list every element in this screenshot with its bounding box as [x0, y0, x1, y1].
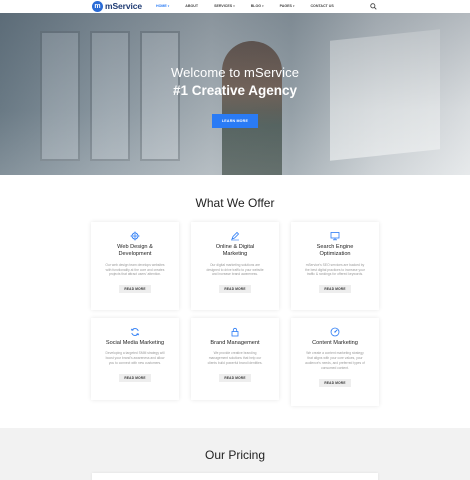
monitor-icon — [330, 232, 340, 241]
card-title: Web Design & Development — [117, 244, 153, 258]
hero-title: Welcome to mService — [170, 65, 300, 80]
main-nav: HOME▾ ABOUT SERVICES▾ BLOG▾ PAGES▾ CONTA… — [156, 0, 350, 12]
chevron-down-icon: ▾ — [233, 4, 235, 8]
nav-item-home[interactable]: HOME▾ — [156, 4, 169, 8]
nav-item-pages[interactable]: PAGES▾ — [280, 4, 295, 8]
card-title: Online & Digital Marketing — [215, 244, 255, 258]
logo[interactable]: m mService — [92, 0, 142, 12]
card-description: Our digital marketing solutions are desi… — [206, 262, 264, 277]
pricing-section: Our Pricing — [0, 428, 470, 480]
site-header: m mService HOME▾ ABOUT SERVICES▾ BLOG▾ P… — [0, 0, 470, 13]
service-card: Search Engine Optimization mService's SE… — [291, 222, 379, 310]
service-card: Brand Management We provide creative bra… — [191, 318, 279, 400]
pricing-card — [92, 473, 378, 480]
nav-item-contact[interactable]: CONTACT US — [310, 4, 333, 8]
service-card: Online & Digital Marketing Our digital m… — [191, 222, 279, 310]
card-title: Search Engine Optimization — [316, 244, 354, 258]
lock-icon — [231, 327, 239, 337]
card-description: We provide creative branding management … — [207, 351, 263, 365]
card-title: Social Media Marketing — [105, 340, 165, 346]
chevron-down-icon: ▾ — [292, 4, 295, 8]
service-card: Web Design & Development Our web design … — [91, 222, 179, 310]
gear-icon — [130, 231, 140, 241]
read-more-button[interactable]: READ MORE — [319, 378, 351, 387]
nav-item-services[interactable]: SERVICES▾ — [214, 4, 235, 8]
chevron-down-icon: ▾ — [167, 4, 170, 8]
logo-mark: m — [92, 0, 103, 12]
read-more-button[interactable]: READ MORE — [219, 373, 251, 382]
nav-item-blog[interactable]: BLOG▾ — [251, 4, 264, 8]
section-title-offer: What We Offer — [195, 196, 275, 210]
hero-banner: Welcome to mService #1 Creative Agency L… — [0, 13, 470, 175]
hero-subtitle: #1 Creative Agency — [172, 83, 298, 98]
card-description: Developing a targeted SMM strategy will … — [105, 351, 165, 365]
search-icon[interactable] — [370, 3, 377, 10]
chevron-down-icon: ▾ — [262, 4, 264, 8]
read-more-button[interactable]: READ MORE — [119, 373, 151, 382]
card-title: Content Marketing — [312, 340, 358, 346]
learn-more-button[interactable]: LEARN MORE — [212, 114, 258, 128]
refresh-icon — [130, 328, 140, 336]
read-more-button[interactable]: READ MORE — [119, 285, 151, 294]
logo-text: mService — [105, 1, 143, 11]
nav-item-about[interactable]: ABOUT — [185, 4, 198, 8]
card-description: mService's SEO services are backed by th… — [305, 262, 365, 277]
read-more-button[interactable]: READ MORE — [319, 285, 351, 294]
section-title-pricing: Our Pricing — [204, 448, 266, 462]
card-title: Brand Management — [210, 340, 260, 346]
card-description: We create a content marketing strategy t… — [305, 351, 365, 370]
service-card: Content Marketing We create a content ma… — [291, 318, 379, 406]
gauge-icon — [330, 327, 340, 337]
pen-icon — [231, 231, 240, 241]
service-card: Social Media Marketing Developing a targ… — [91, 318, 179, 400]
card-description: Our web design team develops websites wi… — [105, 262, 165, 277]
read-more-button[interactable]: READ MORE — [219, 285, 251, 294]
